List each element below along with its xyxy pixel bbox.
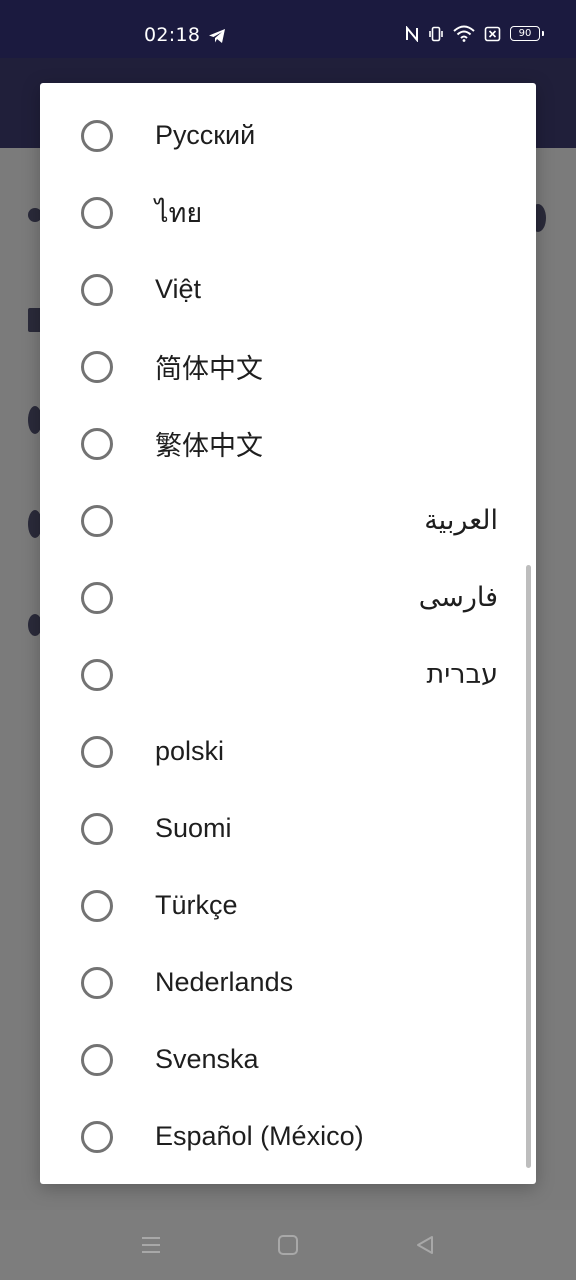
vibrate-icon [429,26,443,41]
language-option-simplified-chinese[interactable]: 简体中文 [40,328,536,405]
language-label: Suomi [155,813,232,843]
navigation-bar [0,1210,576,1280]
back-icon[interactable] [412,1232,438,1258]
radio-button[interactable] [81,812,113,845]
radio-button[interactable] [81,658,113,691]
language-label: Türkçe [155,890,238,920]
language-option-persian[interactable]: فارسی [40,559,536,636]
language-label: Русский [155,120,256,150]
menu-icon[interactable] [138,1232,164,1258]
sim-error-icon [484,26,501,41]
language-label: Español (México) [155,1121,364,1151]
language-option-thai[interactable]: ไทย [40,174,536,251]
battery-icon: 90 [510,26,544,41]
language-dialog: Русский ไทย Việt 简体中文 繁体中文 العربية فارسی… [40,83,536,1184]
battery-level: 90 [518,28,532,39]
language-option-traditional-chinese[interactable]: 繁体中文 [40,405,536,482]
dialog-scrollbar[interactable] [526,565,531,1168]
radio-button[interactable] [81,1120,113,1153]
radio-button[interactable] [81,273,113,306]
language-label: Nederlands [155,967,294,997]
language-option-dutch[interactable]: Nederlands [40,944,536,1021]
radio-button[interactable] [81,427,113,460]
radio-button[interactable] [81,119,113,152]
radio-button[interactable] [81,350,113,383]
language-option-arabic[interactable]: العربية [40,482,536,559]
radio-button[interactable] [81,1043,113,1076]
language-label: עברית [426,659,498,690]
radio-button[interactable] [81,966,113,999]
language-option-spanish-mexico[interactable]: Español (México) [40,1098,536,1175]
language-option-polish[interactable]: polski [40,713,536,790]
radio-button[interactable] [81,504,113,537]
language-label: العربية [424,505,498,536]
radio-button[interactable] [81,889,113,922]
language-label: ไทย [155,198,203,229]
status-time: 02:18 [144,24,201,46]
status-icons: 90 [405,25,544,42]
language-option-turkish[interactable]: Türkçe [40,867,536,944]
language-label: 繁体中文 [155,431,263,462]
radio-button[interactable] [81,735,113,768]
language-option-vietnamese[interactable]: Việt [40,251,536,328]
language-label: Việt [155,274,202,304]
language-option-swedish[interactable]: Svenska [40,1021,536,1098]
language-option-russian[interactable]: Русский [40,97,536,174]
status-bar: 02:18 90 [0,0,576,58]
telegram-icon [209,29,225,43]
radio-button[interactable] [81,196,113,229]
language-label: 简体中文 [155,354,263,385]
home-icon[interactable] [275,1232,301,1258]
language-option-finnish[interactable]: Suomi [40,790,536,867]
language-label: polski [155,736,225,766]
language-label: فارسی [418,582,498,613]
radio-button[interactable] [81,581,113,614]
language-label: Svenska [155,1044,259,1074]
language-option-hebrew[interactable]: עברית [40,636,536,713]
wifi-icon [453,25,475,42]
nfc-icon [406,25,418,42]
